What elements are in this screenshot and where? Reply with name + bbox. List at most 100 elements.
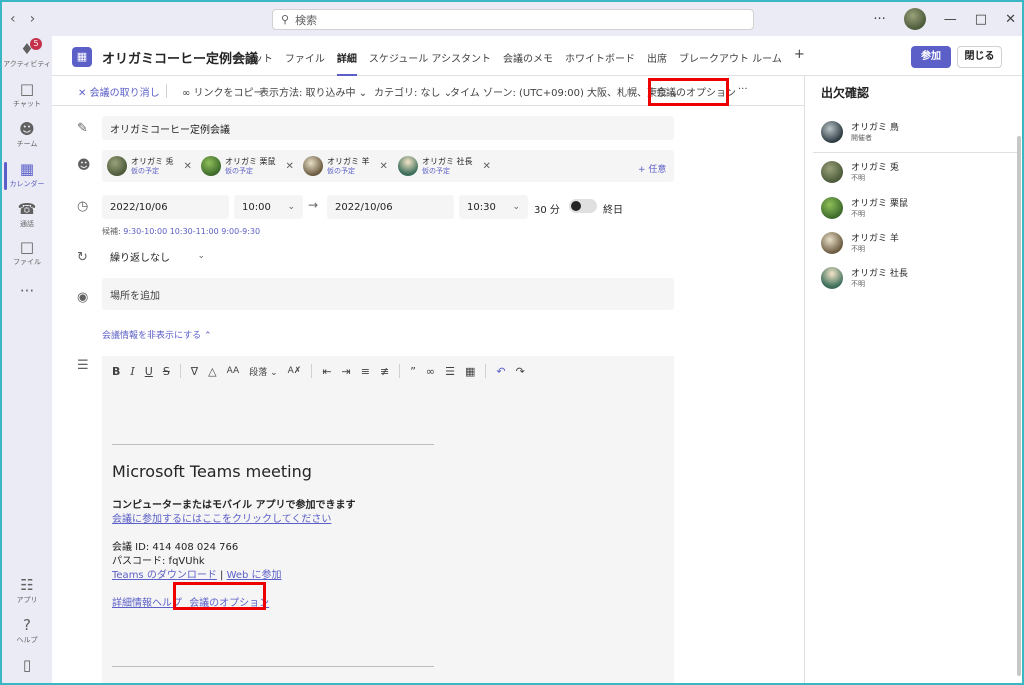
attendee-chip[interactable]: オリガミ 羊仮の予定 ✕ [303,154,388,178]
remove-icon[interactable]: ✕ [184,161,192,172]
rail-activity[interactable]: ♦ 5 アクティビティ [2,38,52,69]
remove-icon[interactable]: ✕ [483,161,491,172]
more-options-icon[interactable]: ··· [738,84,748,95]
hide-info-label: 会議情報を非表示にする [102,331,202,341]
tab-scheduling-assistant[interactable]: スケジュール アシスタント [369,50,491,65]
highlight-box-options-link [173,582,266,610]
optional-attendee-button[interactable]: + 任意 [638,162,666,175]
rail-mobile[interactable]: ▯ [2,656,52,675]
tab-chat[interactable]: チャット [233,50,273,65]
rail-help[interactable]: ? ヘルプ [2,616,52,645]
attendee-item[interactable]: オリガミ 兎不明 [821,160,899,183]
attendee-role: 開催者 [851,134,872,142]
paragraph-dropdown[interactable]: 段落 ⌄ [249,365,277,378]
rail-chat[interactable]: □ チャット [2,80,52,109]
end-time-dropdown[interactable]: 10:30 ⌄ [459,195,528,219]
remove-icon[interactable]: ✕ [286,161,294,172]
underline-button[interactable]: U [145,365,153,378]
back-icon[interactable]: ‹ [10,11,16,27]
repeat-dropdown[interactable]: 繰り返しなし ⌄ [102,244,213,268]
suggestion-item[interactable]: 9:30-10:00 [123,227,167,236]
font-color-icon[interactable]: △ [208,365,216,378]
join-meeting-link[interactable]: 会議に参加するにはここをクリックしてください [112,510,331,525]
attendee-organizer[interactable]: オリガミ 鳥開催者 [821,120,899,143]
rail-apps[interactable]: ☷ アプリ [2,576,52,605]
join-web-link[interactable]: Web に参加 [227,570,282,581]
rail-teams[interactable]: ☻ チーム [2,120,52,149]
remove-icon[interactable]: ✕ [380,161,388,172]
clear-format-icon[interactable]: A✗ [288,366,302,376]
join-button[interactable]: 参加 [911,46,951,68]
show-as-dropdown[interactable]: 表示方法: 取り込み中 ⌄ [259,84,367,99]
attendee-name: オリガミ 羊 [327,156,370,166]
avatar [821,120,843,143]
search-input[interactable]: ⚲ 検索 [272,9,754,30]
attendee-item[interactable]: オリガミ 羊不明 [821,231,899,254]
tab-details[interactable]: 詳細 [336,50,357,76]
start-date-input[interactable]: 2022/10/06 [102,195,229,219]
link-icon[interactable]: ∞ [426,365,435,378]
timezone-dropdown[interactable]: タイム ゾーン: (UTC+09:00) 大阪、札幌、東京 ⌄ [450,84,679,99]
title-input[interactable]: オリガミコーヒー定例会議 [102,116,674,140]
horizontal-rule-icon[interactable]: ☰ [445,365,455,378]
attendee-item[interactable]: オリガミ 社長 不明 [821,266,908,289]
search-placeholder: 検索 [295,13,318,27]
maximize-icon[interactable]: □ [975,12,987,27]
italic-button[interactable]: I [130,365,134,378]
tab-meeting-notes[interactable]: 会議のメモ [503,50,553,65]
chip-text: オリガミ 社長 仮の予定 [422,157,473,176]
redo-icon[interactable]: ↷ [516,365,525,378]
copy-link-button[interactable]: ∞ リンクをコピー [182,84,264,99]
tab-breakout-rooms[interactable]: ブレークアウト ルーム [679,50,782,65]
tab-whiteboard[interactable]: ホワイトボード [565,50,635,65]
highlight-icon[interactable]: ∇ [191,365,198,378]
forward-icon[interactable]: › [30,11,36,27]
attendee-chip[interactable]: オリガミ 社長 仮の予定 ✕ [398,154,491,178]
chevron-down-icon: ⌄ [197,251,205,261]
attendee-chip[interactable]: オリガミ 兎仮の予定 ✕ [107,154,192,178]
indent-icon[interactable]: ⇥ [342,365,351,378]
cancel-meeting-button[interactable]: ✕ 会議の取り消し [78,84,160,99]
suggestion-item[interactable]: 10:30-11:00 [170,227,219,236]
suggestion-item[interactable]: 9:00-9:30 [221,227,260,236]
end-date-input[interactable]: 2022/10/06 [327,195,454,219]
hide-meeting-info-link[interactable]: 会議情報を非表示にする ⌃ [102,328,212,341]
divider-line [112,666,434,667]
location-input[interactable]: 場所を追加 [102,278,674,310]
chip-text: オリガミ 羊仮の予定 [327,157,370,176]
bullet-list-icon[interactable]: ≡ [361,365,370,378]
tab-attendance[interactable]: 出席 [647,50,667,65]
chip-text: オリガミ 栗鼠 仮の予定 [225,157,276,176]
description-editor[interactable]: B I U S ∇ △ AA 段落 ⌄ A✗ ⇤ ⇥ ≡ ≢ ” ∞ ☰ ▦ ↶… [102,356,674,683]
start-time-dropdown[interactable]: 10:00 ⌄ [234,195,303,219]
strikethrough-button[interactable]: S [163,365,170,378]
rail-calendar[interactable]: ▦ カレンダー [2,160,52,190]
bell-icon: ♦ [20,40,34,58]
rail-more[interactable]: ··· [2,282,52,301]
table-icon[interactable]: ▦ [465,365,475,378]
attendee-item[interactable]: オリガミ 栗鼠 不明 [821,196,908,219]
tab-files[interactable]: ファイル [285,50,325,65]
font-size-icon[interactable]: AA [227,366,240,376]
close-window-icon[interactable]: ✕ [1005,12,1016,27]
user-avatar[interactable] [903,8,926,30]
rail-calls[interactable]: ☎ 通話 [2,200,52,229]
attendee-chip[interactable]: オリガミ 栗鼠 仮の予定 ✕ [201,154,294,178]
all-day-toggle[interactable] [569,199,597,213]
cancel-label: 会議の取り消し [89,88,160,99]
undo-icon[interactable]: ↶ [496,365,505,378]
quote-icon[interactable]: ” [410,365,416,378]
category-dropdown[interactable]: カテゴリ: なし ⌄ [374,84,452,99]
minimize-icon[interactable]: — [944,12,957,27]
more-icon[interactable]: ··· [873,12,885,27]
close-button[interactable]: 閉じる [957,46,1002,68]
teams-download-link[interactable]: Teams のダウンロード [112,570,217,581]
avatar [303,156,323,176]
help-link[interactable]: 詳細情報ヘルプ [112,598,182,609]
rail-files[interactable]: □ ファイル [2,238,52,267]
numbered-list-icon[interactable]: ≢ [380,365,389,378]
bold-button[interactable]: B [112,365,120,378]
scrollbar[interactable] [1017,136,1021,676]
outdent-icon[interactable]: ⇤ [322,365,331,378]
add-tab-icon[interactable]: + [794,47,805,65]
